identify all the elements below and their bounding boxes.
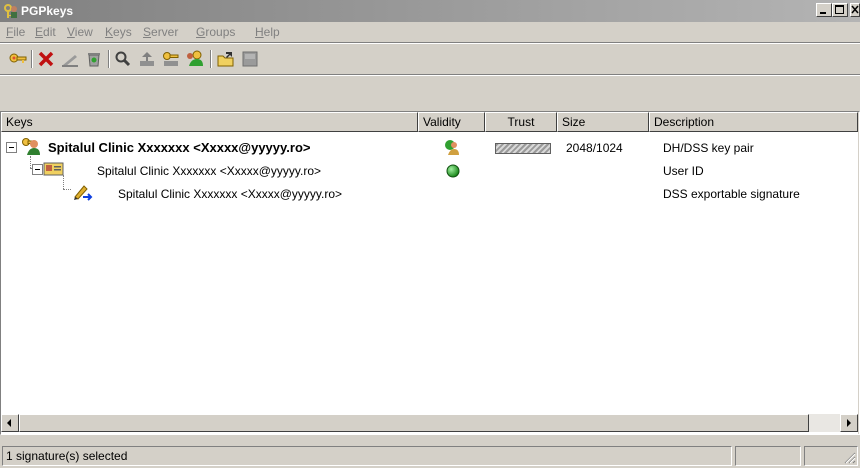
import-button[interactable]	[216, 49, 236, 69]
menu-keys[interactable]: Keys	[105, 25, 132, 39]
search-button[interactable]	[113, 49, 133, 69]
key-pair-icon	[20, 136, 42, 159]
column-header-size-label: Size	[562, 115, 586, 129]
menu-edit-accel: E	[35, 25, 44, 39]
user-id-icon	[43, 161, 65, 180]
menu-help-accel: H	[255, 25, 264, 39]
key-size: 2048/1024	[566, 141, 623, 155]
column-header-description-label: Description	[654, 115, 715, 129]
close-icon	[851, 5, 859, 14]
menu-groups-accel: G	[196, 25, 206, 39]
minus-icon	[9, 147, 14, 148]
menu-server[interactable]: Server	[143, 25, 178, 39]
status-pane-3	[804, 446, 858, 466]
update-from-server-button[interactable]	[161, 49, 181, 69]
column-header-trust[interactable]: Trust	[485, 112, 557, 132]
column-header-trust-label: Trust	[507, 115, 535, 129]
scroll-left-button[interactable]	[1, 414, 19, 432]
key-name: Spitalul Clinic Xxxxxxx <Xxxxx@yyyyy.ro>	[48, 140, 311, 155]
menu-groups-label: roups	[205, 25, 236, 39]
scroll-right-button[interactable]	[840, 414, 858, 432]
menu-file[interactable]: File	[6, 25, 25, 39]
sign-icon	[62, 55, 78, 67]
menu-help-label: elp	[263, 25, 280, 39]
minimize-icon	[820, 12, 826, 14]
menu-keys-label: eys	[113, 25, 132, 39]
pgpkeys-app-icon	[3, 3, 19, 19]
tree-line	[63, 175, 64, 189]
trust-bar	[495, 143, 551, 154]
title-bar[interactable]: PGPkeys	[0, 0, 860, 22]
new-key-button[interactable]	[8, 49, 28, 69]
send-to-server-button[interactable]	[137, 49, 157, 69]
menu-help[interactable]: Help	[255, 25, 280, 39]
delete-icon	[38, 51, 54, 67]
key-properties-icon	[187, 50, 203, 66]
toolbar-separator	[31, 50, 33, 68]
size-grip-icon[interactable]	[842, 450, 856, 464]
signature-description: DSS exportable signature	[663, 187, 800, 201]
status-bar: 1 signature(s) selected	[0, 440, 860, 468]
export-icon	[242, 51, 258, 67]
signature-icon	[73, 183, 93, 204]
toolbar-separator	[210, 50, 212, 68]
minimize-button[interactable]	[816, 3, 832, 17]
send-to-server-icon	[140, 52, 154, 66]
maximize-button[interactable]	[832, 3, 848, 17]
menu-server-accel: S	[143, 25, 152, 39]
arrow-left-icon	[7, 419, 11, 427]
menu-keys-accel: K	[105, 25, 114, 39]
keys-list[interactable]	[1, 112, 858, 434]
validity-indicator	[446, 164, 460, 181]
scroll-thumb[interactable]	[19, 414, 809, 432]
import-icon	[217, 52, 234, 67]
sign-button[interactable]	[60, 49, 80, 69]
menu-view-label: iew	[74, 25, 93, 39]
window-title: PGPkeys	[21, 4, 74, 18]
toolbar-divider	[0, 74, 860, 76]
column-header-keys[interactable]: Keys	[1, 112, 418, 132]
export-button[interactable]	[240, 49, 260, 69]
update-from-server-icon	[163, 52, 179, 66]
column-header-keys-label: Keys	[6, 115, 33, 129]
collapse-toggle[interactable]	[6, 142, 17, 153]
tree-line	[30, 156, 31, 168]
status-pane-2	[735, 446, 801, 466]
column-header-validity-label: Validity	[423, 115, 461, 129]
status-text: 1 signature(s) selected	[2, 446, 732, 466]
search-icon	[115, 51, 131, 67]
menu-view-accel: V	[67, 25, 75, 39]
delete-button[interactable]	[36, 49, 56, 69]
column-header-size[interactable]: Size	[557, 112, 649, 132]
close-button[interactable]	[850, 3, 860, 17]
menu-view[interactable]: View	[67, 25, 93, 39]
pgpkeys-window: PGPkeys File Edit View Keys Server Group…	[0, 0, 860, 468]
validity-keypair-icon	[443, 138, 461, 159]
menu-server-label: erver	[151, 25, 179, 39]
toolbar	[0, 44, 860, 72]
menu-bar: File Edit View Keys Server Groups Help	[0, 22, 860, 42]
menu-groups[interactable]: Groups	[196, 25, 235, 39]
toolbar-separator	[108, 50, 110, 68]
new-key-icon	[9, 53, 27, 63]
user-id-description: User ID	[663, 164, 704, 178]
menu-edit-label: dit	[43, 25, 56, 39]
key-description: DH/DSS key pair	[663, 141, 754, 155]
arrow-right-icon	[847, 419, 851, 427]
menu-file-label: ile	[13, 25, 26, 39]
signature-name: Spitalul Clinic Xxxxxxx <Xxxxx@yyyyy.ro>	[118, 187, 343, 201]
column-header-description[interactable]: Description	[649, 112, 858, 132]
key-properties-button[interactable]	[185, 49, 205, 69]
collapse-toggle[interactable]	[32, 164, 43, 175]
minus-icon	[35, 169, 40, 170]
maximize-icon	[835, 5, 844, 14]
column-header-validity[interactable]: Validity	[418, 112, 485, 132]
revoke-button[interactable]	[84, 49, 104, 69]
horizontal-scrollbar[interactable]	[1, 414, 858, 432]
user-id-name: Spitalul Clinic Xxxxxxx <Xxxxx@yyyyy.ro>	[97, 164, 322, 178]
menu-edit[interactable]: Edit	[35, 25, 56, 39]
revoke-icon	[88, 53, 100, 67]
tree-line	[63, 189, 71, 190]
